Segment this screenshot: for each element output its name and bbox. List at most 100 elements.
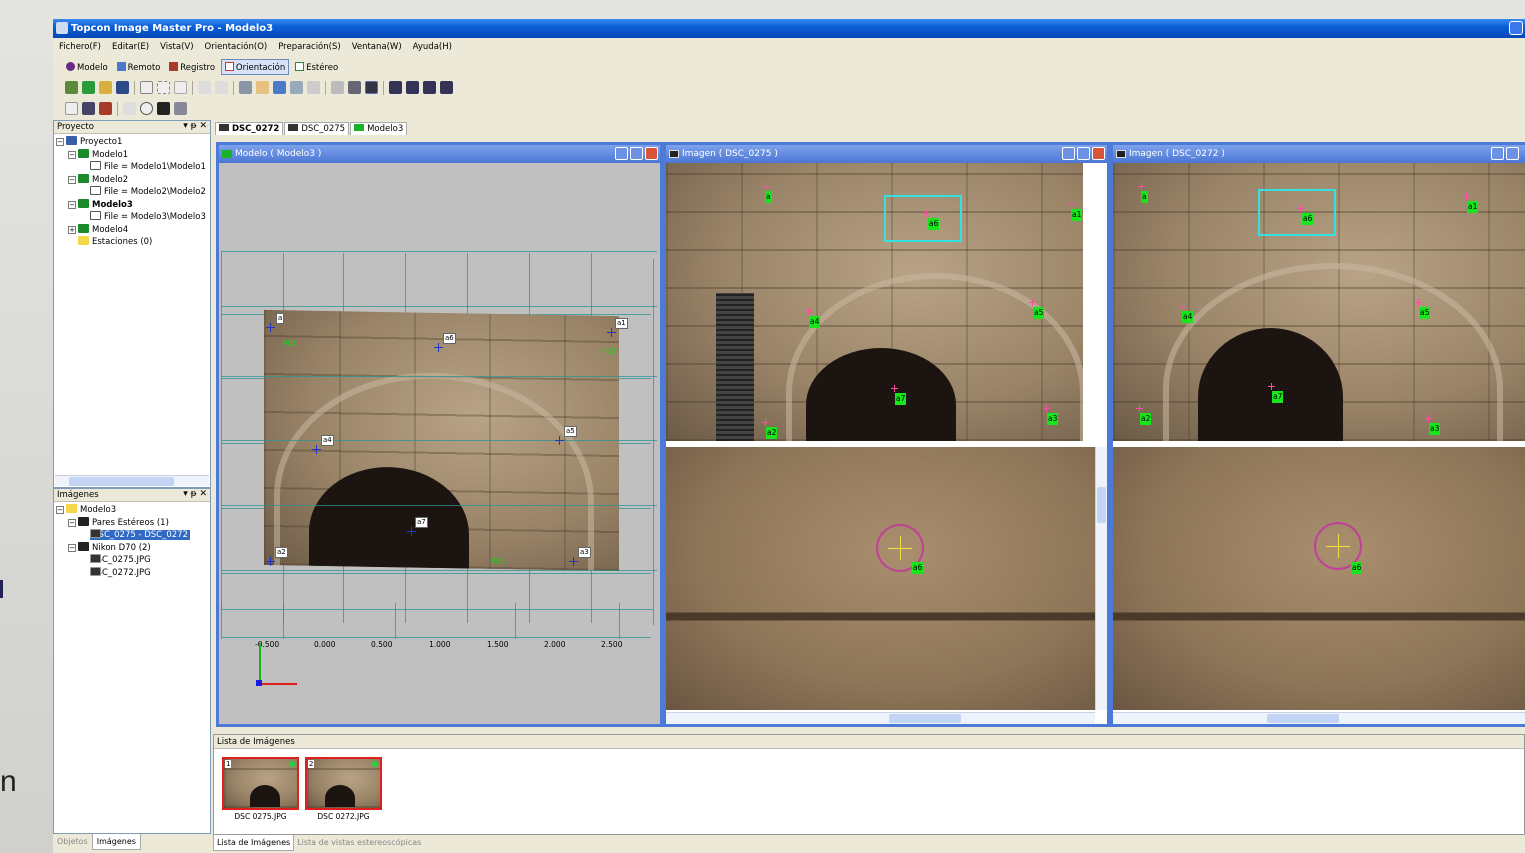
- tab-lista-estereo[interactable]: Lista de vistas estereoscópicas: [294, 835, 424, 850]
- menu-orientacion[interactable]: Orientación(O): [199, 38, 273, 52]
- report-icon[interactable]: [174, 102, 187, 115]
- tab-imagenes[interactable]: Imágenes: [91, 834, 141, 850]
- model-point-marker[interactable]: [266, 557, 275, 566]
- image-point-label[interactable]: a1: [1071, 209, 1083, 221]
- model-point-marker[interactable]: [312, 445, 321, 454]
- model-point-label[interactable]: a3: [578, 547, 591, 558]
- image-point-label[interactable]: a4: [809, 316, 821, 328]
- mode-remoto-button[interactable]: Remoto: [114, 60, 164, 76]
- tree-item[interactable]: − Pares Estéreos (1): [56, 516, 208, 530]
- collapse-icon[interactable]: −: [68, 543, 76, 552]
- model-point-label[interactable]: a4: [321, 435, 334, 446]
- model-point-label[interactable]: a2: [275, 547, 288, 558]
- collapse-icon[interactable]: −: [68, 150, 76, 159]
- menu-editar[interactable]: Editar(E): [106, 38, 154, 52]
- maximize-icon[interactable]: [1506, 147, 1519, 160]
- image-view-icon[interactable]: [365, 81, 378, 94]
- redo-icon[interactable]: [215, 81, 228, 94]
- model-point-marker[interactable]: [266, 323, 275, 332]
- panel-controls[interactable]: ▾ ᵽ ✕: [183, 489, 207, 499]
- tree-item[interactable]: Estaciones (0): [56, 236, 208, 249]
- image-point-label[interactable]: a7: [895, 393, 907, 405]
- overview-image[interactable]: a a1 a6 a4 a5 a7 a2 a3: [1113, 163, 1525, 441]
- collapse-icon[interactable]: −: [56, 138, 64, 146]
- tree-item[interactable]: − Modelo1: [56, 148, 208, 162]
- scroll-thumb[interactable]: [69, 477, 174, 486]
- overview-image[interactable]: a a1 a6 a4 a5 a7 a2 a3: [666, 163, 1083, 441]
- model-3d-view[interactable]: -0.500 0.000 0.500 1.000 1.500 2.000 2.5…: [219, 163, 660, 724]
- light-icon[interactable]: [307, 81, 320, 94]
- copy-icon[interactable]: [239, 81, 252, 94]
- model-point-marker[interactable]: [407, 527, 416, 536]
- menu-preparacion[interactable]: Preparación(S): [272, 38, 345, 52]
- tab-lista-imagenes[interactable]: Lista de Imágenes: [213, 835, 295, 851]
- tree-item[interactable]: − Modelo3: [56, 198, 208, 212]
- camera-point-icon[interactable]: [82, 102, 95, 115]
- view-cube-icon[interactable]: [331, 81, 344, 94]
- maximize-icon[interactable]: [1077, 147, 1090, 160]
- tree-item[interactable]: File = Modelo3\Modelo3: [56, 211, 208, 224]
- lasso-icon[interactable]: [174, 81, 187, 94]
- zoom-region-box[interactable]: [1258, 189, 1336, 236]
- mode-orientacion-button[interactable]: Orientación: [220, 59, 290, 75]
- tree-item[interactable]: − Modelo3: [56, 504, 208, 517]
- mode-registro-button[interactable]: Registro: [166, 60, 218, 76]
- model-point-marker[interactable]: [569, 557, 578, 566]
- model-point-marker[interactable]: [607, 328, 616, 337]
- collapse-icon[interactable]: −: [56, 506, 64, 514]
- new-icon[interactable]: [65, 81, 78, 94]
- doc-tab-dsc0275[interactable]: DSC_0275: [284, 122, 350, 135]
- split-vertical-icon[interactable]: [423, 81, 436, 94]
- image-point-label[interactable]: a2: [766, 427, 778, 439]
- image-thumbnail[interactable]: 2: [305, 757, 382, 810]
- zoom-icon[interactable]: [273, 81, 286, 94]
- image-point-label[interactable]: a5: [1033, 307, 1045, 319]
- image-point-label[interactable]: a: [1141, 191, 1148, 203]
- doc-tab-dsc0272[interactable]: DSC_0272: [215, 122, 284, 135]
- tree-item[interactable]: + Modelo4: [56, 223, 208, 237]
- minimize-icon[interactable]: [1062, 147, 1075, 160]
- register-point-icon[interactable]: [99, 102, 112, 115]
- closeup-hscrollbar[interactable]: [1113, 712, 1525, 724]
- close-icon[interactable]: [1092, 147, 1105, 160]
- image-point-label[interactable]: a1: [1467, 201, 1479, 213]
- tree-item[interactable]: DSC_0275.JPG: [56, 554, 208, 567]
- tile-icon[interactable]: [389, 81, 402, 94]
- zoom-extent-icon[interactable]: [290, 81, 303, 94]
- collapse-icon[interactable]: −: [68, 518, 76, 527]
- scroll-thumb[interactable]: [889, 714, 961, 723]
- close-icon[interactable]: [645, 147, 658, 160]
- mode-estereo-button[interactable]: Estéreo: [292, 60, 341, 76]
- scroll-thumb[interactable]: [1267, 714, 1339, 723]
- model-point-label[interactable]: a6: [443, 333, 456, 344]
- closeup-hscrollbar[interactable]: [666, 712, 1095, 724]
- cascade-icon[interactable]: [406, 81, 419, 94]
- maximize-icon[interactable]: [630, 147, 643, 160]
- model-point-label[interactable]: a7: [415, 517, 428, 528]
- image-point-label[interactable]: a6: [928, 218, 940, 230]
- collapse-icon[interactable]: −: [68, 200, 76, 209]
- binoculars-icon[interactable]: [157, 102, 170, 115]
- image-thumbnail[interactable]: 1: [222, 757, 299, 810]
- image-point-label[interactable]: a: [765, 191, 772, 203]
- minimize-icon[interactable]: [615, 147, 628, 160]
- image-point-label[interactable]: a5: [1419, 307, 1431, 319]
- xyz-icon[interactable]: [65, 102, 78, 115]
- tab-objetos[interactable]: Objetos: [53, 834, 92, 849]
- model-point-label[interactable]: a: [276, 313, 285, 324]
- closeup-vscrollbar[interactable]: [1095, 447, 1107, 710]
- tree-item[interactable]: File = Modelo2\Modelo2: [56, 186, 208, 199]
- closeup-image[interactable]: a6: [1113, 447, 1525, 710]
- scroll-thumb[interactable]: [1097, 487, 1106, 523]
- open-folder-icon[interactable]: [99, 81, 112, 94]
- menu-fichero[interactable]: Fichero(F): [53, 38, 106, 52]
- tree-item[interactable]: − Proyecto1: [56, 136, 208, 149]
- pan-hand-icon[interactable]: [256, 81, 269, 94]
- collapse-icon[interactable]: −: [68, 175, 76, 184]
- minimize-button[interactable]: [1509, 21, 1523, 35]
- image-point-label[interactable]: a4: [1182, 311, 1194, 323]
- panel-controls[interactable]: ▾ ᵽ ✕: [183, 121, 207, 131]
- expand-icon[interactable]: +: [68, 225, 76, 234]
- target-icon[interactable]: [140, 102, 153, 115]
- model-point-label[interactable]: a1: [615, 318, 628, 329]
